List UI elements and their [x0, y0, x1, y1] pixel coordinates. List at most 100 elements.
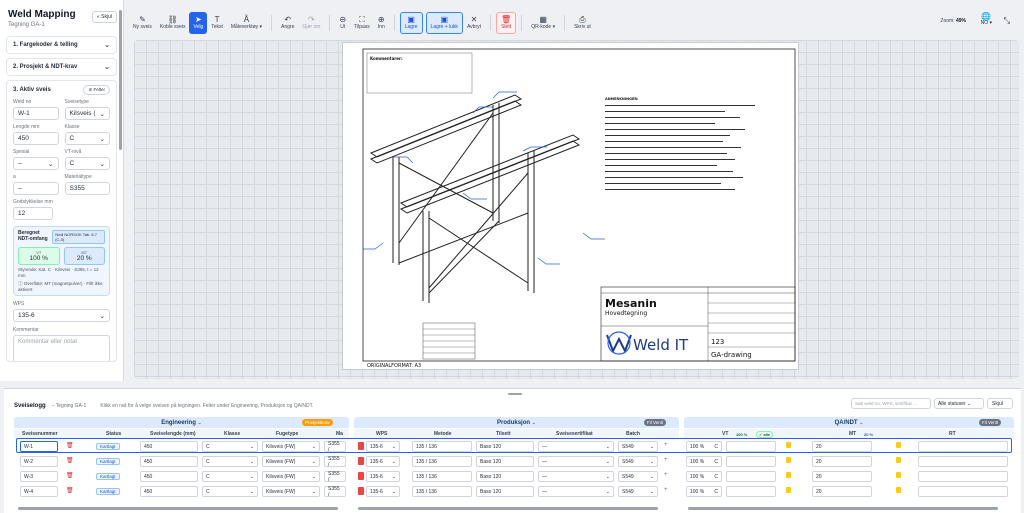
text-button[interactable]: T Tekst: [207, 12, 227, 34]
filler-input[interactable]: Baso 120: [476, 456, 534, 467]
drawing-sheet[interactable]: Kommentarer: ANMERKNINGER: Mesanin Hoved…: [342, 42, 799, 370]
add-icon[interactable]: +: [664, 472, 668, 478]
wps-select[interactable]: 135-6 ⌄: [366, 471, 400, 482]
table-row[interactable]: W-1 🗑 Kartlagt 450 C ⌄ Kilsveis (FW) ⌄ S355 / 135…: [14, 440, 1014, 453]
special-select[interactable]: – ⌄: [13, 157, 59, 170]
trash-icon[interactable]: 🗑: [66, 487, 74, 494]
a-input[interactable]: –: [13, 182, 59, 195]
joint-type-select[interactable]: Kilsveis (FW) ⌄: [262, 456, 320, 467]
class-select[interactable]: C ⌄: [202, 441, 258, 452]
method-input[interactable]: 135 / 136: [412, 441, 472, 452]
measure-tool-button[interactable]: Å Måleverktøy ▾: [227, 12, 266, 34]
vt-select[interactable]: 100 % C: [686, 441, 722, 452]
pdf-icon[interactable]: [358, 457, 364, 465]
engineering-scrollbar[interactable]: [18, 507, 338, 510]
fields-filter-button[interactable]: ⊘ Felter: [83, 85, 110, 95]
material-input[interactable]: S355 /: [324, 471, 346, 483]
mt-input[interactable]: 20: [812, 456, 872, 467]
weld-number-input[interactable]: W-2: [20, 456, 58, 467]
qa-fill-chip[interactable]: Fil Ventl: [979, 419, 1002, 426]
table-row[interactable]: W-2 🗑 Kartlagt 450 C ⌄ Kilsveis (FW) ⌄ S355 / 135…: [14, 455, 1014, 468]
batch-select[interactable]: S549 ⌄: [618, 441, 658, 452]
section-project-ndt[interactable]: 2. Prosjekt & NDT-krav ⌄: [6, 58, 117, 76]
wps-select[interactable]: 135-6 ⌄: [366, 441, 400, 452]
vt-result-input[interactable]: [726, 471, 776, 482]
class-select[interactable]: C ⌄: [202, 486, 258, 497]
pdf-icon[interactable]: [358, 472, 364, 480]
length-input[interactable]: 450: [140, 456, 198, 467]
vt-select[interactable]: 100 % C: [686, 486, 722, 497]
method-input[interactable]: 135 / 136: [412, 486, 472, 497]
wps-select[interactable]: 135-6 ⌄: [366, 456, 400, 467]
zoom-in-button[interactable]: ⊕ Inn: [374, 12, 389, 34]
rt-input[interactable]: [918, 471, 1008, 482]
drawing-canvas[interactable]: Kommentarer: ANMERKNINGER: Mesanin Hoved…: [134, 40, 1019, 379]
table-row[interactable]: W-4 🗑 Kartlagt 450 C ⌄ Kilsveis (FW) ⌄ S355 / 135…: [14, 485, 1014, 498]
weld-type-select[interactable]: Kilsveis (⌄: [64, 107, 110, 120]
undo-button[interactable]: ↶ Angre: [277, 12, 298, 34]
production-scrollbar[interactable]: [358, 507, 658, 510]
class-select[interactable]: C ⌄: [202, 471, 258, 482]
resize-handle[interactable]: [508, 393, 522, 395]
batch-select[interactable]: S549 ⌄: [618, 456, 658, 467]
print-button[interactable]: ⎙ Skriv ut: [570, 12, 595, 34]
new-weld-button[interactable]: ✎ Ny sveis: [129, 12, 156, 34]
certificate-select[interactable]: — ⌄: [538, 486, 614, 497]
table-row[interactable]: W-3 🗑 Kartlagt 450 C ⌄ Kilsveis (FW) ⌄ S355 / 135…: [14, 470, 1014, 483]
batch-select[interactable]: S549 ⌄: [618, 471, 658, 482]
pdf-icon[interactable]: [358, 487, 364, 495]
delete-button[interactable]: 🗑 Slett: [496, 11, 517, 34]
vt-result-input[interactable]: [726, 441, 776, 452]
mt-input[interactable]: 20: [812, 486, 872, 497]
fit-button[interactable]: ⛶ Tilpass: [350, 12, 374, 34]
material-input[interactable]: S355 /: [324, 456, 346, 468]
sidebar-scrollbar[interactable]: [119, 10, 122, 150]
weld-search-input[interactable]: Søk weld no, WPS, sertifikat …: [851, 398, 931, 409]
rt-input[interactable]: [918, 486, 1008, 497]
vt-select[interactable]: 100 % C: [686, 471, 722, 482]
hide-sidebar-button[interactable]: « Skjul: [91, 11, 117, 23]
trash-icon[interactable]: 🗑: [66, 442, 74, 449]
thickness-input[interactable]: 12: [13, 207, 53, 220]
collapse-icon[interactable]: ⤡: [1004, 16, 1010, 26]
vt-result-input[interactable]: [726, 456, 776, 467]
trash-icon[interactable]: 🗑: [66, 457, 74, 464]
wps-select[interactable]: 135-6 ⌄: [366, 486, 400, 497]
certificate-select[interactable]: — ⌄: [538, 471, 614, 482]
certificate-select[interactable]: — ⌄: [538, 456, 614, 467]
batch-select[interactable]: S549 ⌄: [618, 486, 658, 497]
select-button[interactable]: ➤ Velg: [189, 11, 208, 34]
pdf-icon[interactable]: [358, 442, 364, 450]
class-select[interactable]: C ⌄: [202, 456, 258, 467]
length-input[interactable]: 450: [140, 471, 198, 482]
cancel-button[interactable]: ✕ Avbryt: [463, 12, 485, 34]
redo-button[interactable]: ↷ Gjør om: [298, 12, 324, 34]
save-button[interactable]: ▣ Lagre: [399, 11, 423, 34]
filler-input[interactable]: Baso 120: [476, 471, 534, 482]
section-color-codes[interactable]: 1. Fargekoder & telling ⌄: [6, 36, 117, 54]
zoom-out-button[interactable]: ⊖ Ut: [335, 12, 350, 34]
trash-icon[interactable]: 🗑: [66, 472, 74, 479]
hide-log-button[interactable]: Skjul: [987, 398, 1013, 409]
save-close-button[interactable]: ▣ Lagre + lukk: [425, 11, 463, 34]
qr-code-button[interactable]: ▦ QR-kode ▾: [527, 12, 559, 34]
link-weld-button[interactable]: ⛓ Koble sveis: [156, 12, 190, 34]
status-filter-select[interactable]: Alle statuser ⌄: [934, 398, 984, 409]
vt-select[interactable]: 100 % C: [686, 456, 722, 467]
method-input[interactable]: 135 / 136: [412, 471, 472, 482]
weld-number-input[interactable]: W-4: [20, 486, 58, 497]
material-input[interactable]: S355: [64, 182, 110, 195]
production-fill-chip[interactable]: Fil Ventl: [644, 419, 667, 426]
vt-result-input[interactable]: [726, 486, 776, 497]
add-icon[interactable]: +: [664, 487, 668, 493]
certificate-select[interactable]: — ⌄: [538, 441, 614, 452]
joint-type-select[interactable]: Kilsveis (FW) ⌄: [262, 441, 320, 452]
weld-no-input[interactable]: W-1: [13, 107, 59, 120]
add-icon[interactable]: +: [664, 457, 668, 463]
material-input[interactable]: S355 /: [324, 441, 346, 453]
method-input[interactable]: 135 / 136: [412, 456, 472, 467]
mt-input[interactable]: 20: [812, 471, 872, 482]
length-input[interactable]: 450: [140, 441, 198, 452]
comment-textarea[interactable]: Kommentar eller notat: [13, 335, 110, 361]
joint-type-select[interactable]: Kilsveis (FW) ⌄: [262, 486, 320, 497]
